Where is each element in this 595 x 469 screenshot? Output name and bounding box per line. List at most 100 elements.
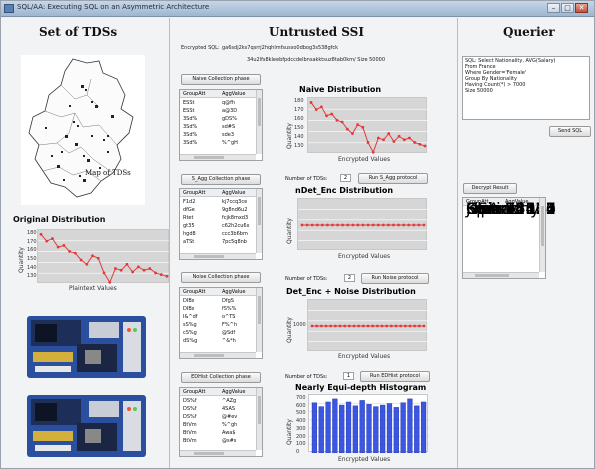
table-row[interactable]: I&^df o^TS (180, 313, 256, 321)
horizontal-scrollbar[interactable] (180, 154, 256, 160)
result-table[interactable]: GroupAtt AggValue USA 86030 France 78124 Germ… (462, 197, 556, 279)
table-row[interactable]: dS%g ^&*h (180, 337, 256, 345)
title-bar[interactable]: SQL/AA: Executing SQL on an Asymmetric A… (1, 1, 594, 17)
cell-aggvalue: DfgS (222, 298, 234, 304)
run-noise-button[interactable]: Run Noise protocol (361, 273, 429, 284)
table-row[interactable]: BtVm Awa$ (180, 429, 256, 437)
tds-marker (95, 105, 98, 108)
table-row[interactable]: sS%g F%^h (180, 321, 256, 329)
table-row[interactable]: DS%f 4SAS (180, 405, 256, 413)
naive-collection-button[interactable]: Naive Collection phase (181, 74, 261, 85)
table-row[interactable]: 3Sd% sd#S (180, 123, 256, 131)
s-agg-table[interactable]: GroupAtt AggValue F1d2 kj7ccq3ce dfGe 9g8nd6… (179, 188, 263, 260)
histogram-bar (352, 405, 358, 454)
minimize-icon[interactable]: – (547, 3, 560, 13)
edhist-table[interactable]: GroupAtt AggValue DS%f ^AZg DS%f 4SAS DS%f @#e… (179, 387, 263, 457)
table-row[interactable]: 3Sd% sde3 (180, 131, 256, 139)
histogram-bar (318, 406, 324, 454)
histogram-bar (345, 401, 352, 454)
naive-table[interactable]: GroupAtt AggValue ESSt q@fh ESSt a@3D 3Sd% gDS… (179, 89, 263, 161)
noise-collection-button[interactable]: Noise Collection phase (181, 272, 261, 283)
tds-marker (103, 139, 105, 141)
vertical-scrollbar[interactable] (539, 198, 545, 272)
data-point (382, 138, 385, 142)
edhist-collection-button[interactable]: EDHist Collection phase (181, 372, 261, 383)
table-row[interactable]: Rtet fcjk8mxd3 (180, 214, 256, 222)
s-agg-tds-input[interactable]: 2 (340, 174, 351, 182)
decrypt-result-button[interactable]: Decrypt Result (463, 183, 517, 194)
cell-groupatt: BtVm (183, 438, 197, 444)
col-aggvalue: AggValue (222, 389, 246, 395)
run-edhist-button[interactable]: Run EDHist protocol (360, 371, 430, 382)
table-row[interactable]: gt35 c62h2cu6x (180, 222, 256, 230)
data-point (340, 120, 344, 124)
horizontal-scrollbar[interactable] (463, 272, 539, 278)
table-row[interactable]: dfGe 9g8nd6u2 (180, 206, 256, 214)
table-row[interactable]: hgd8 ccc3b6bm (180, 230, 256, 238)
y-tick-label: 700 (296, 394, 306, 401)
y-tick-label: 500 (296, 410, 306, 417)
data-point (56, 245, 60, 249)
noise-table[interactable]: GroupAtt AggValue DIBs DfgS DIBs fS%% I&^df o^… (179, 287, 263, 359)
cell-groupatt: ESSt (183, 108, 195, 114)
table-row[interactable]: ESSt q@fh (180, 99, 256, 107)
cell-aggvalue: sde3 (222, 132, 235, 138)
noise-tds-input[interactable]: 2 (344, 274, 355, 282)
table-row[interactable]: DS%f @#ev (180, 413, 256, 421)
data-point (408, 324, 412, 328)
table-row[interactable]: F1d2 kj7ccq3ce (180, 198, 256, 206)
send-sql-button[interactable]: Send SQL (549, 126, 591, 137)
table-row[interactable]: BtVm @s#s (180, 437, 256, 445)
table-row[interactable]: ESSt a@3D (180, 107, 256, 115)
data-point (79, 258, 83, 262)
table-row[interactable]: DIBs fS%% (180, 305, 256, 313)
s-agg-tds-label: Number of TDSs: (285, 176, 328, 182)
table-row[interactable]: DS%f ^AZg (180, 397, 256, 405)
data-point (366, 324, 370, 328)
table-row[interactable]: BtVm %^gh (180, 421, 256, 429)
horizontal-scrollbar[interactable] (180, 253, 256, 259)
table-row[interactable]: aTSt 7pc5q8nb (180, 238, 256, 246)
horizontal-scrollbar[interactable] (180, 450, 256, 456)
cell-aggvalue: gDS% (222, 116, 237, 122)
cell-aggvalue: fS%% (222, 306, 237, 312)
close-icon[interactable]: ✕ (575, 3, 588, 13)
table-row[interactable]: DIBs DfgS (180, 297, 256, 305)
cell-aggvalue: @Sdf (222, 330, 236, 336)
table-row[interactable]: 3Sd% %^gH (180, 139, 256, 147)
y-tick-label: 600 (296, 402, 306, 409)
col-aggvalue: AggValue (222, 190, 246, 196)
data-point (131, 270, 135, 274)
data-point (376, 136, 380, 140)
y-tick-label: 130 (294, 142, 304, 149)
vertical-scrollbar[interactable] (256, 388, 262, 450)
table-row[interactable]: cS%g @Sdf (180, 329, 256, 337)
table-row[interactable]: 3Sd% gDS% (180, 115, 256, 123)
col-groupatt: GroupAtt (183, 289, 206, 295)
cell-groupatt: BtVm (183, 430, 197, 436)
cell-aggvalue: @s#s (222, 438, 237, 444)
data-point (148, 267, 152, 270)
vertical-scrollbar[interactable] (256, 90, 262, 154)
edhist-tds-input[interactable]: 1 (343, 372, 354, 380)
data-point (108, 280, 112, 284)
cell-aggvalue: @#ev (222, 414, 238, 420)
maximize-icon[interactable]: □ (561, 3, 574, 13)
y-tick-label: 160 (27, 247, 37, 254)
tds-marker (69, 105, 71, 107)
horizontal-scrollbar[interactable] (180, 352, 256, 358)
tds-marker (51, 155, 53, 157)
run-s-agg-button[interactable]: Run S_Agg protocol (358, 173, 428, 184)
vertical-scrollbar[interactable] (256, 288, 262, 352)
data-point (380, 324, 384, 328)
data-point (403, 324, 407, 328)
vertical-scrollbar[interactable] (256, 189, 262, 253)
data-point (361, 324, 365, 328)
data-point (389, 324, 393, 328)
sql-query-input[interactable]: SQL: Select Nationality, AVG(Salary) Fro… (462, 56, 590, 120)
data-point (392, 223, 395, 227)
cell-aggvalue: 7pc5q8nb (222, 239, 247, 245)
encrypted-sql-label: Encrypted SQL: (181, 45, 220, 51)
s-agg-collection-button[interactable]: S_Agg Collection phase (181, 174, 261, 185)
cell-groupatt: I&^df (183, 314, 198, 320)
